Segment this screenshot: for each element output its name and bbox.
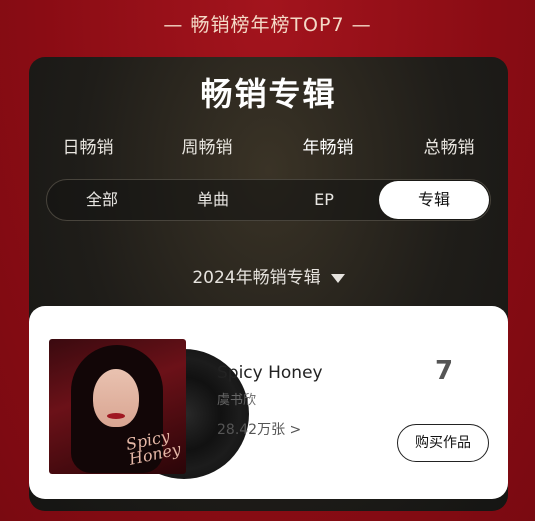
tab-all[interactable]: 全部	[47, 180, 157, 220]
tab-yearly[interactable]: 年畅销	[283, 133, 373, 158]
tab-ep[interactable]: EP	[269, 180, 379, 220]
rank-number: 7	[434, 356, 454, 386]
year-dropdown[interactable]: 2024年畅销专辑	[29, 263, 508, 288]
type-tabs: 全部 单曲 EP 专辑	[46, 179, 491, 221]
tab-total[interactable]: 总畅销	[404, 133, 494, 158]
album-card[interactable]: Spicy Honey Spicy Honey 虞书欣 28.42万张 > 7 …	[29, 306, 508, 499]
panel-title: 畅销专辑	[200, 75, 337, 113]
album-cover: Spicy Honey	[49, 339, 186, 474]
tab-single[interactable]: 单曲	[158, 180, 268, 220]
album-art[interactable]: Spicy Honey	[49, 339, 249, 479]
page-banner: — 畅销榜年榜TOP7 —	[163, 14, 372, 36]
album-sales[interactable]: 28.42万张 >	[217, 419, 301, 439]
buy-button[interactable]: 购买作品	[397, 424, 489, 462]
tab-weekly[interactable]: 周畅销	[162, 133, 252, 158]
tab-daily[interactable]: 日畅销	[43, 133, 133, 158]
album-title[interactable]: Spicy Honey	[217, 363, 323, 383]
cover-figure-lips	[107, 413, 125, 419]
caret-down-icon	[330, 273, 345, 283]
album-artist[interactable]: 虞书欣	[217, 389, 256, 408]
tab-album[interactable]: 专辑	[379, 181, 489, 219]
period-tabs: 日畅销 周畅销 年畅销 总畅销	[29, 133, 508, 163]
year-dropdown-label: 2024年畅销专辑	[192, 268, 321, 288]
